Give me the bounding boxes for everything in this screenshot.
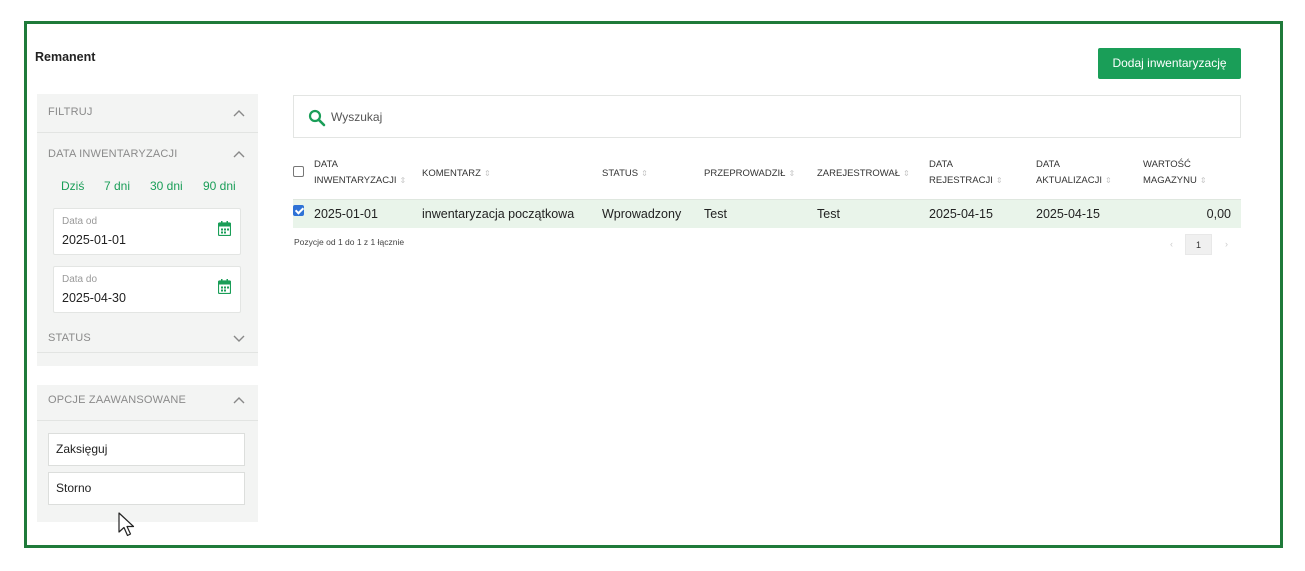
- mouse-pointer-icon: [118, 512, 135, 537]
- cell-registered-by: Test: [817, 207, 840, 221]
- cell-inventory-date: 2025-01-01: [314, 207, 378, 221]
- page-title: Remanent: [35, 50, 96, 64]
- page-number-button[interactable]: 1: [1185, 234, 1212, 255]
- date-from-value: 2025-01-01: [62, 233, 126, 247]
- advanced-options-header: OPCJE ZAAWANSOWANE: [48, 394, 187, 406]
- storno-button[interactable]: Storno: [48, 472, 245, 505]
- search-bar: [293, 95, 1241, 138]
- column-header-registered-by[interactable]: ZAREJESTROWAŁ ⇕: [817, 166, 910, 182]
- sort-icon[interactable]: ⇕: [1200, 173, 1207, 189]
- date-to-label: Data do: [62, 274, 98, 285]
- column-header-comment[interactable]: KOMENTARZ ⇕: [422, 166, 491, 182]
- add-inventory-button[interactable]: Dodaj inwentaryzację: [1098, 48, 1241, 79]
- chevron-down-icon[interactable]: [233, 335, 245, 343]
- calendar-icon[interactable]: [218, 221, 231, 236]
- sort-icon[interactable]: ⇕: [641, 166, 648, 182]
- quick-range-30[interactable]: 30 dni: [150, 179, 183, 193]
- column-header-inventory-date[interactable]: DATA INWENTARYZACJI ⇕: [314, 157, 406, 189]
- filter-header: FILTRUJ: [48, 106, 93, 118]
- cell-update-date: 2025-04-15: [1036, 207, 1100, 221]
- advanced-options-panel: OPCJE ZAAWANSOWANE Zaksięguj Storno: [37, 385, 258, 522]
- sort-icon[interactable]: ⇕: [484, 166, 491, 182]
- date-from-label: Data od: [62, 216, 98, 227]
- sort-icon[interactable]: ⇕: [903, 166, 910, 182]
- column-header-update-date[interactable]: DATA AKTUALIZACJI ⇕: [1036, 157, 1112, 189]
- date-from-field[interactable]: Data od 2025-01-01: [53, 208, 241, 255]
- row-checkbox[interactable]: [293, 205, 304, 216]
- date-to-field[interactable]: Data do 2025-04-30: [53, 266, 241, 313]
- column-header-conducted-by[interactable]: PRZEPROWADZIŁ ⇕: [704, 166, 795, 182]
- status-section-header[interactable]: STATUS: [48, 332, 91, 344]
- chevron-up-icon[interactable]: [233, 396, 245, 404]
- table-row[interactable]: 2025-01-01 inwentaryzacja początkowa Wpr…: [293, 199, 1241, 228]
- quick-range-90[interactable]: 90 dni: [203, 179, 236, 193]
- cell-comment: inwentaryzacja początkowa: [422, 207, 575, 221]
- cell-status: Wprowadzony: [602, 207, 682, 221]
- cell-stock-value: 0,00: [1206, 207, 1231, 221]
- sort-icon[interactable]: ⇕: [788, 166, 795, 182]
- column-header-status[interactable]: STATUS ⇕: [602, 166, 648, 182]
- chevron-up-icon[interactable]: [233, 150, 245, 158]
- search-icon: [308, 109, 326, 127]
- quick-range-today[interactable]: Dziś: [61, 179, 84, 193]
- quick-range-7[interactable]: 7 dni: [104, 179, 130, 193]
- date-section-header: DATA INWENTARYZACJI: [48, 148, 178, 160]
- prev-page-icon[interactable]: ‹: [1158, 234, 1185, 255]
- date-to-value: 2025-04-30: [62, 291, 126, 305]
- chevron-up-icon[interactable]: [233, 109, 245, 117]
- divider: [37, 132, 258, 133]
- next-page-icon[interactable]: ›: [1213, 234, 1240, 255]
- select-all-checkbox[interactable]: [293, 166, 304, 177]
- sort-icon[interactable]: ⇕: [400, 173, 407, 189]
- post-button[interactable]: Zaksięguj: [48, 433, 245, 466]
- divider: [37, 420, 258, 421]
- filter-panel: FILTRUJ DATA INWENTARYZACJI Dziś 7 dni 3…: [37, 94, 258, 366]
- search-input[interactable]: [331, 108, 1211, 126]
- cell-registration-date: 2025-04-15: [929, 207, 993, 221]
- divider: [37, 352, 258, 353]
- sort-icon[interactable]: ⇕: [1105, 173, 1112, 189]
- cell-conducted-by: Test: [704, 207, 727, 221]
- table-info: Pozycje od 1 do 1 z 1 łącznie: [294, 237, 405, 247]
- calendar-icon[interactable]: [218, 279, 231, 294]
- column-header-registration-date[interactable]: DATA REJESTRACJI ⇕: [929, 157, 1003, 189]
- column-header-stock-value[interactable]: WARTOŚĆ MAGAZYNU ⇕: [1143, 157, 1207, 189]
- sort-icon[interactable]: ⇕: [996, 173, 1003, 189]
